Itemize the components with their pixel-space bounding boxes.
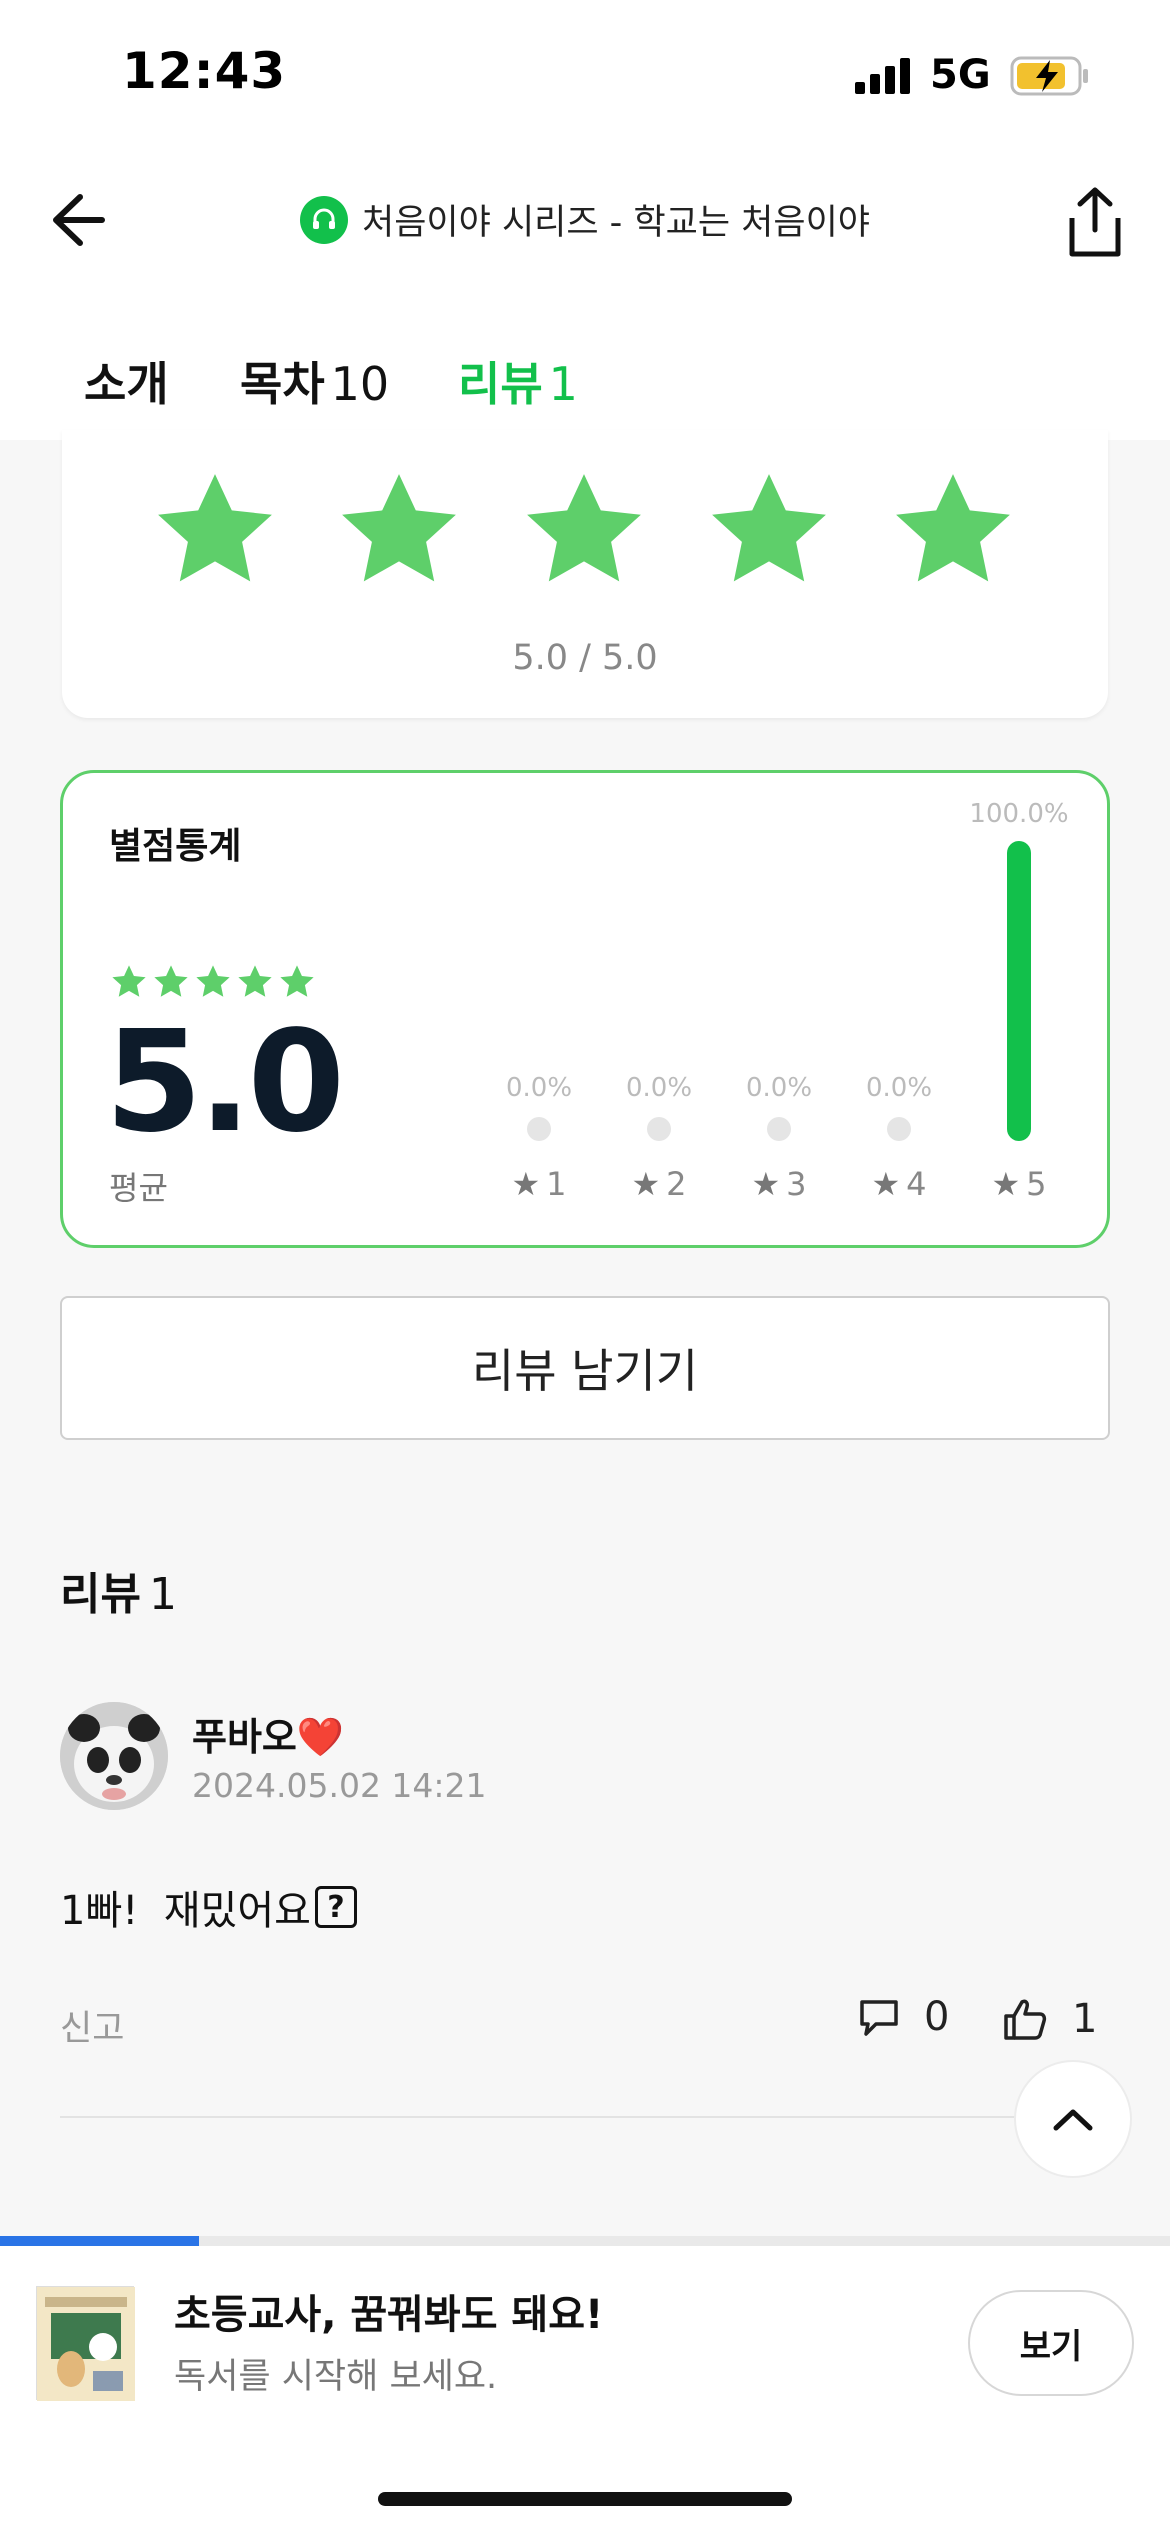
- reading-progress-fill: [0, 2236, 199, 2246]
- comment-button[interactable]: 0: [856, 1994, 949, 2040]
- thumbs-up-icon: [1004, 1999, 1047, 2040]
- rating-stats-card: 별점통계 5.0 평균 0.0% 0.0% 0.0% 0.0% 100.0% ★…: [60, 770, 1110, 1248]
- stats-title: 별점통계: [109, 826, 242, 867]
- distribution-percent: 100.0%: [969, 799, 1069, 829]
- reviews-heading-label: 리뷰: [60, 1569, 141, 1620]
- distribution-star-label: ★ 2: [631, 1165, 687, 1203]
- star-icon: ★: [511, 1165, 541, 1203]
- average-label: 평균: [109, 1169, 168, 1207]
- distribution-bar: [1007, 841, 1031, 1141]
- leave-review-button[interactable]: 리뷰 남기기: [60, 1296, 1110, 1440]
- distribution-bar: [527, 1117, 551, 1141]
- reviewer-name: 푸바오❤️: [192, 1715, 345, 1759]
- star-icon[interactable]: [702, 466, 836, 596]
- star-icon: [280, 965, 314, 997]
- distribution-star-label: ★ 1: [511, 1165, 567, 1203]
- distribution-percent: 0.0%: [505, 1073, 573, 1103]
- headphones-icon: [300, 195, 349, 244]
- tab-review[interactable]: 리뷰 1: [458, 348, 578, 414]
- distribution-percent: 0.0%: [625, 1073, 693, 1103]
- distribution-column-2: 0.0%: [609, 1073, 709, 1141]
- network-label: 5G: [930, 52, 991, 98]
- book-subtitle: 독서를 시작해 보세요.: [174, 2357, 498, 2397]
- status-bar: 12:43 5G: [0, 0, 1170, 150]
- tab-review-count: 1: [548, 357, 578, 411]
- distribution-bar: [887, 1117, 911, 1141]
- share-icon[interactable]: [1060, 184, 1130, 260]
- status-time: 12:43: [122, 42, 287, 100]
- tab-toc[interactable]: 목차 10: [240, 348, 389, 414]
- header-title: 처음이야 시리즈 - 학교는 처음이야: [300, 194, 870, 245]
- distribution-star-label: ★ 5: [991, 1165, 1047, 1203]
- distribution-star-label: ★ 4: [871, 1165, 927, 1203]
- star-icon: [154, 965, 188, 997]
- distribution-column-4: 0.0%: [849, 1073, 949, 1141]
- tab-intro-label: 소개: [84, 357, 169, 411]
- reviews-count: 1: [148, 1569, 177, 1620]
- avatar[interactable]: [60, 1702, 168, 1810]
- review-text-container: 1빠! 재밌어요?: [60, 1878, 357, 1936]
- review-date: 2024.05.02 14:21: [192, 1766, 487, 1805]
- chevron-up-icon: [1053, 2109, 1093, 2131]
- reading-progress-bar: [0, 2236, 1170, 2246]
- tab-intro[interactable]: 소개: [84, 348, 169, 414]
- star-icon: ★: [751, 1165, 781, 1203]
- book-cover-thumbnail[interactable]: [36, 2286, 135, 2401]
- star-icon: ★: [871, 1165, 901, 1203]
- star-icon: [196, 965, 230, 997]
- distribution-column-1: 0.0%: [489, 1073, 589, 1141]
- star-icon: ★: [991, 1165, 1021, 1203]
- distribution-column-3: 0.0%: [729, 1073, 829, 1141]
- tab-toc-label: 목차: [240, 357, 325, 411]
- unknown-emoji-icon: ?: [314, 1886, 357, 1928]
- distribution-percent: 0.0%: [745, 1073, 813, 1103]
- header-title-text: 처음이야 시리즈 - 학교는 처음이야: [362, 203, 870, 243]
- report-button[interactable]: 신고: [60, 2000, 124, 2051]
- rating-card: 5.0 / 5.0: [62, 430, 1108, 718]
- star-icon: [112, 965, 146, 997]
- divider: [60, 2116, 1070, 2118]
- star-icon[interactable]: [886, 466, 1020, 596]
- battery-charging-icon: [1010, 56, 1088, 96]
- reviews-heading: 리뷰 1: [60, 1558, 177, 1622]
- header-title-container: 처음이야 시리즈 - 학교는 처음이야: [0, 194, 1170, 245]
- distribution-bar: [647, 1117, 671, 1141]
- home-indicator: [378, 2492, 792, 2506]
- like-count: 1: [1072, 1996, 1098, 2042]
- header: 처음이야 시리즈 - 학교는 처음이야: [0, 150, 1170, 290]
- tab-bar: 소개 목차 10 리뷰 1: [0, 290, 1170, 440]
- bottom-bar: 초등교사, 꿈꿔봐도 돼요! 독서를 시작해 보세요. 보기: [0, 2246, 1170, 2532]
- average-stars: [109, 963, 317, 1001]
- star-icon: ★: [631, 1165, 661, 1203]
- star-icon: [238, 965, 272, 997]
- distribution-percent: 0.0%: [865, 1073, 933, 1103]
- distribution-column-5: 100.0%: [969, 799, 1069, 1141]
- like-button[interactable]: 1: [1000, 1994, 1097, 2044]
- average-rating-value: 5.0: [105, 1001, 345, 1164]
- star-icon[interactable]: [517, 466, 651, 596]
- star-icon[interactable]: [148, 466, 282, 596]
- tab-toc-count: 10: [330, 357, 390, 411]
- comment-icon: [860, 2000, 898, 2036]
- signal-icon: [855, 58, 910, 94]
- comment-count: 0: [924, 1994, 950, 2040]
- review-text: 1빠! 재밌어요: [60, 1888, 311, 1934]
- scroll-to-top-button[interactable]: [1014, 2060, 1132, 2178]
- view-button[interactable]: 보기: [968, 2290, 1134, 2396]
- rating-text: 5.0 / 5.0: [512, 638, 658, 678]
- star-icon[interactable]: [332, 466, 466, 596]
- tab-review-label: 리뷰: [458, 357, 543, 411]
- book-title: 초등교사, 꿈꿔봐도 돼요!: [174, 2292, 604, 2338]
- page: 12:43 5G 처음이야 시리즈 - 학교는 처음이야 소개 목차 10 리뷰…: [0, 0, 1170, 2532]
- distribution-star-label: ★ 3: [751, 1165, 807, 1203]
- distribution-bar: [767, 1117, 791, 1141]
